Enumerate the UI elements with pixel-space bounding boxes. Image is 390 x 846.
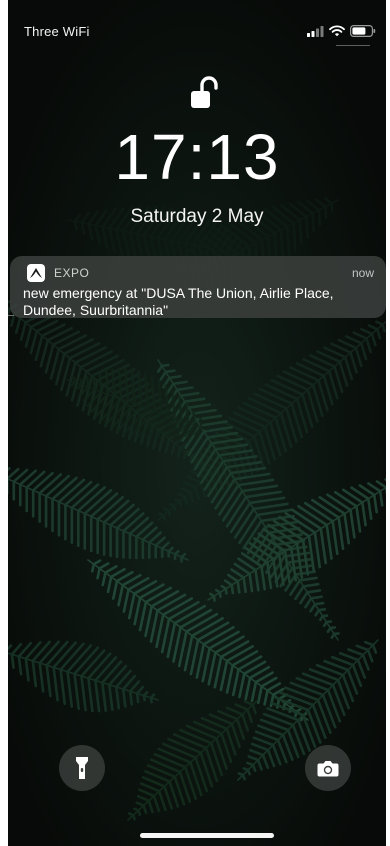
battery-icon <box>350 25 376 37</box>
camera-button[interactable] <box>305 745 351 791</box>
edge-marker <box>8 315 14 316</box>
lock-screen-date: Saturday 2 May <box>130 206 264 227</box>
camera-icon <box>317 760 339 776</box>
control-center-indicator[interactable] <box>336 45 370 46</box>
unlocked-padlock-icon <box>191 76 218 108</box>
cellular-signal-icon <box>307 25 324 37</box>
notification-app-name: EXPO <box>54 266 90 280</box>
flashlight-button[interactable] <box>59 745 105 791</box>
status-bar: Three WiFi <box>8 0 386 46</box>
carrier-label: Three WiFi <box>24 24 90 39</box>
lock-screen: Three WiFi 17:13 Saturday 2 May EXPO now… <box>8 0 386 846</box>
wifi-icon <box>329 25 345 37</box>
lock-screen-time: 17:13 <box>114 121 280 193</box>
flashlight-icon <box>76 757 88 779</box>
notification-message: new emergency at "DUSA The Union, Airlie… <box>23 285 334 318</box>
expo-app-icon <box>27 264 45 282</box>
notification-card[interactable]: EXPO now new emergency at "DUSA The Unio… <box>10 256 386 318</box>
home-indicator[interactable] <box>140 833 274 838</box>
status-icons <box>307 25 376 37</box>
notification-time: now <box>351 266 374 280</box>
